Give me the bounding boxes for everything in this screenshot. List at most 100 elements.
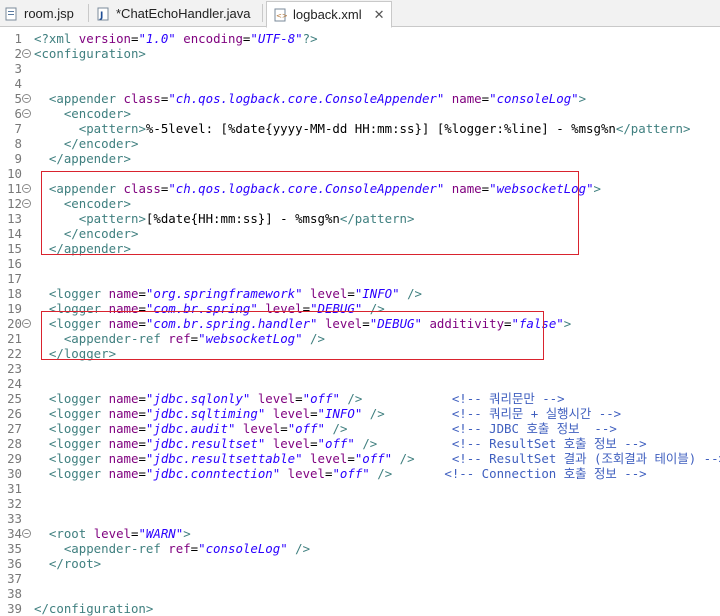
code-line[interactable]: 5− <appender class = "ch.qos.logback.core.… [0,91,720,106]
code-editor[interactable]: 1 <?xml version="1.0" encoding="UTF-8"?> 2… [0,27,720,616]
fold-toggle-icon[interactable]: − [22,319,31,328]
code-line[interactable]: 39 </configuration> [0,601,720,616]
fold-toggle-icon[interactable]: − [22,49,31,58]
fold-toggle-icon[interactable]: − [22,529,31,538]
code-token: /> [362,436,378,451]
code-token: <?xml [34,31,79,46]
java-file-icon: J [96,7,110,21]
code-text: </encoder> [34,136,139,151]
tab-logback-xml[interactable]: <> logback.xml ✕ [266,1,392,28]
svg-text:<>: <> [276,12,287,20]
line-number: 7 [14,121,22,136]
code-line[interactable]: 8 </encoder> [0,136,720,151]
code-token: "jdbc.sqltiming" [145,406,266,421]
code-token: "ch.qos.logback.core.ConsoleAppender" [168,91,445,106]
line-number: 14 [7,226,22,241]
fold-toggle-icon[interactable]: − [22,109,31,118]
fold-toggle-icon[interactable]: − [22,184,31,193]
line-number: 22 [7,346,22,361]
code-line[interactable]: 6− <encoder> [0,106,720,121]
code-line[interactable]: 16 [0,256,720,271]
code-line[interactable]: 34− <root level="WARN"> [0,526,720,541]
code-line[interactable]: 3 [0,61,720,76]
code-line[interactable]: 25 <logger name="jdbc.sqlonly" level="of… [0,391,720,406]
tab-room-jsp[interactable]: room.jsp [4,2,74,25]
tab-chat-echo-handler[interactable]: J *ChatEchoHandler.java [96,2,250,25]
code-token: </encoder> [63,136,139,151]
code-line[interactable]: 23 [0,361,720,376]
code-token: = [138,436,146,451]
code-line[interactable]: 38 [0,586,720,601]
line-number: 25 [7,391,22,406]
code-line[interactable]: 26 <logger name="jdbc.sqltiming" level="… [0,406,720,421]
code-token: = [347,286,355,301]
code-token: name [108,286,139,301]
code-line[interactable]: 31 [0,481,720,496]
code-token: ?> [302,31,318,46]
code-line[interactable]: 29 <logger name="jdbc.resultsettable" le… [0,451,720,466]
code-token: <logger [48,466,109,481]
code-line[interactable]: 30 <logger name="jdbc.conntection" level… [0,466,720,481]
code-token: "INFO" [317,406,363,421]
code-token: "WARN" [138,526,184,541]
line-number: 21 [7,331,22,346]
code-line[interactable]: 35 <appender-ref ref="consoleLog" /> [0,541,720,556]
code-line[interactable]: 1 <?xml version="1.0" encoding="UTF-8"?> [0,31,720,46]
code-text: <logger name="jdbc.resultset" level="off… [34,436,647,451]
code-token: "off" [332,466,370,481]
code-token: "jdbc.sqlonly" [145,391,251,406]
code-line[interactable]: 18 <logger name="org.springframework" le… [0,286,720,301]
line-number: 11 [7,181,22,196]
code-token: <logger [48,286,109,301]
code-token: <logger [48,451,109,466]
fold-toggle-icon[interactable]: − [22,199,31,208]
code-token: name [451,91,482,106]
close-icon[interactable]: ✕ [374,7,385,23]
code-token: name [108,451,139,466]
line-number: 3 [14,61,22,76]
line-number: 35 [7,541,22,556]
code-line[interactable]: 32 [0,496,720,511]
xml-file-icon: <> [273,8,288,22]
line-number: 8 [14,136,22,151]
jsp-file-icon [4,7,18,21]
code-token: level [310,286,348,301]
code-text: <root level="WARN"> [34,526,191,541]
code-line[interactable]: 33 [0,511,720,526]
highlight-box-handler-logger [41,311,544,360]
code-text: <appender-ref ref="consoleLog" /> [34,541,310,556]
code-line[interactable]: 4 [0,76,720,91]
code-line[interactable]: 37 [0,571,720,586]
code-token: = [138,391,146,406]
line-number: 30 [7,466,22,481]
code-token: <logger [48,391,109,406]
code-line[interactable]: 2− <configuration> [0,46,720,61]
code-token: name [108,436,139,451]
code-token: "off" [302,391,340,406]
line-number: 27 [7,421,22,436]
code-token: <!-- ResultSet 결과 (조회결과 테이블) --> [451,451,720,466]
code-line[interactable]: 24 [0,376,720,391]
code-token: level [272,406,311,421]
code-line[interactable]: 27 <logger name="jdbc.audit" level="off"… [0,421,720,436]
fold-toggle-icon[interactable]: − [22,94,31,103]
code-line[interactable]: 7 <pattern>%-5level: [%date{yyyy-MM-dd H… [0,121,720,136]
code-token: /> [407,286,422,301]
code-line[interactable]: 9 </appender> [0,151,720,166]
code-line[interactable]: 17 [0,271,720,286]
line-number: 10 [7,166,22,181]
code-token: "consoleLog" [198,541,288,556]
code-line[interactable]: 36 </root> [0,556,720,571]
code-line[interactable]: 28 <logger name="jdbc.resultset" level="… [0,436,720,451]
line-number: 28 [7,436,22,451]
code-token: class [123,91,161,106]
